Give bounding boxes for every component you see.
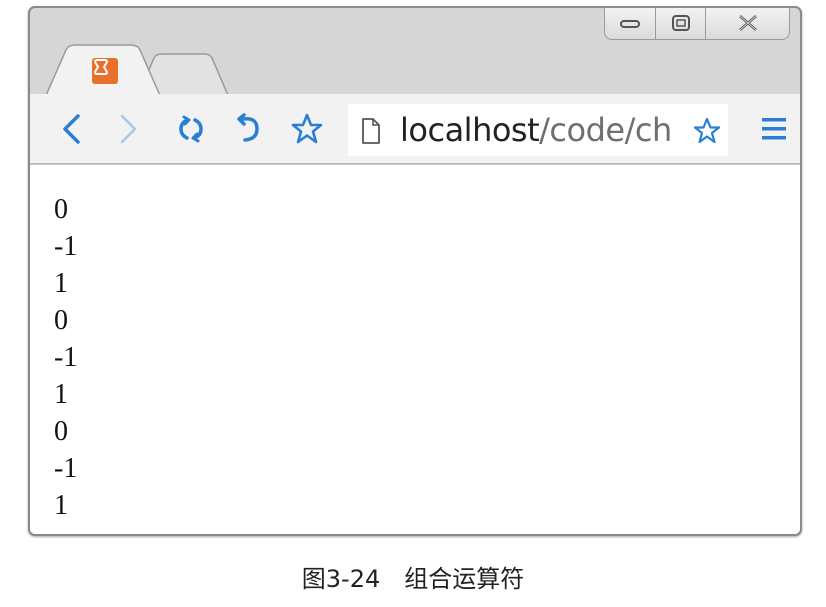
bookmark-button[interactable]: [290, 112, 324, 146]
output-line: 0: [54, 194, 68, 225]
figure-caption: 图3-24 组合运算符: [301, 565, 525, 593]
bookmark-star-icon[interactable]: [690, 116, 722, 146]
reload-button[interactable]: [174, 112, 208, 146]
url-text[interactable]: localhost/code/ch: [400, 110, 672, 150]
output-list: 0 -1 1 0 -1 1 0 -1 1: [54, 191, 77, 524]
reload-icon: [179, 115, 203, 143]
toolbar: localhost/code/ch: [30, 94, 800, 164]
output-line: 0: [54, 416, 68, 447]
maximize-icon: [671, 14, 690, 31]
url-host: localhost: [400, 111, 540, 149]
output-line: 0: [54, 305, 68, 336]
menu-icon[interactable]: [760, 114, 788, 144]
output-line: 1: [54, 268, 68, 299]
forward-icon: [120, 114, 137, 144]
xampp-icon: [92, 58, 118, 84]
output-line: -1: [54, 342, 78, 373]
close-icon: [738, 14, 757, 31]
star-icon: [291, 113, 323, 144]
back-button[interactable]: [54, 112, 88, 146]
output-line: 1: [54, 379, 68, 410]
output-line: -1: [54, 231, 78, 262]
output-line: -1: [54, 453, 78, 484]
minimize-icon: [620, 19, 640, 28]
back-icon: [63, 114, 80, 144]
maximize-button[interactable]: [656, 8, 706, 40]
url-path: /code/ch: [539, 111, 672, 149]
forward-button[interactable]: [112, 112, 146, 146]
window-controls: [604, 8, 790, 42]
output-line: 1: [54, 490, 68, 521]
tab-active[interactable]: [44, 44, 164, 100]
page-content: 0 -1 1 0 -1 1 0 -1 1: [30, 164, 800, 534]
undo-icon: [237, 113, 259, 142]
address-bar[interactable]: localhost/code/ch: [348, 104, 728, 156]
minimize-button[interactable]: [604, 8, 656, 40]
undo-button[interactable]: [232, 112, 266, 146]
close-button[interactable]: [706, 8, 790, 40]
page-icon: [362, 118, 380, 144]
browser-window: localhost/code/ch 0 -1 1 0 -1 1 0 -1 1: [28, 6, 802, 536]
